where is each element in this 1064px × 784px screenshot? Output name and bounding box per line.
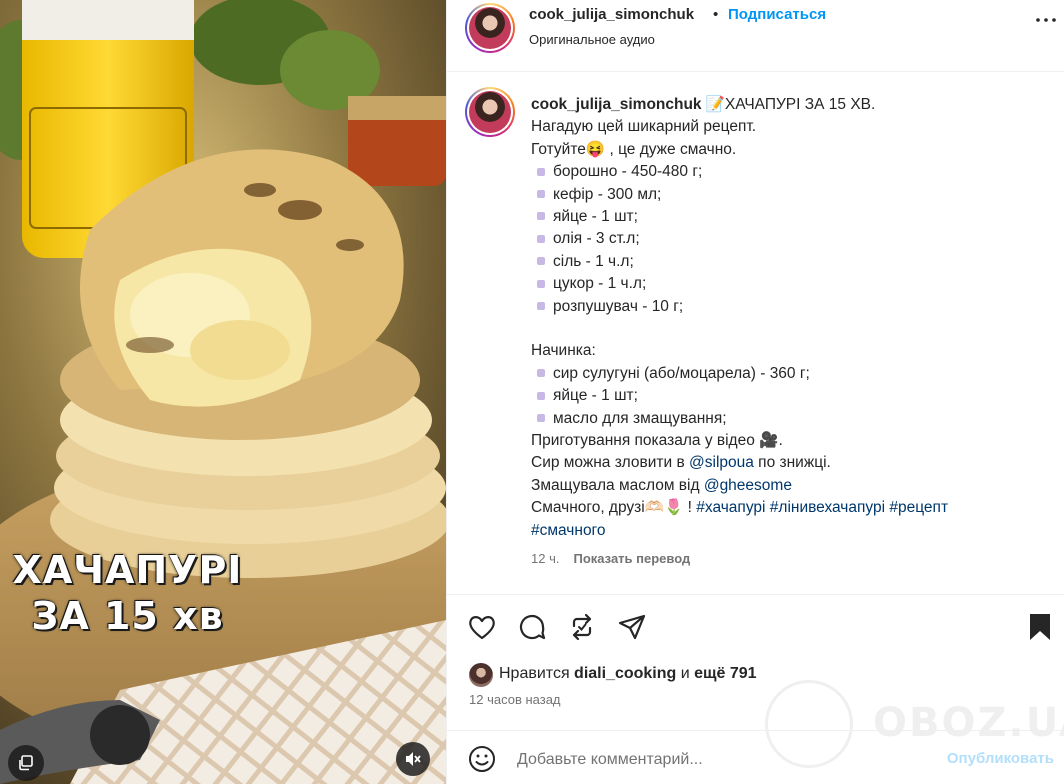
filling-item: сир сулугуні (або/моцарела) - 360 г;	[531, 363, 1051, 385]
mention-silpoua[interactable]: @silpoua	[689, 454, 754, 471]
repost-icon[interactable]	[567, 612, 597, 642]
post-caption: cook_julija_simonchuk 📝ХАЧАПУРІ ЗА 15 ХВ.…	[531, 94, 1051, 542]
filling-item: яйце - 1 шт;	[531, 385, 1051, 407]
original-audio-link[interactable]: Оригинальное аудио	[529, 32, 655, 47]
comment-icon[interactable]	[517, 612, 547, 642]
hashtag-link[interactable]: #лінивехачапурі	[770, 499, 885, 516]
dough-item: цукор - 1 ч.л;	[531, 273, 1051, 295]
post-media[interactable]: ХАЧАПУРІ ЗА 15 хв	[0, 0, 446, 784]
carousel-icon[interactable]	[8, 745, 44, 781]
dough-item: розпушувач - 10 г;	[531, 296, 1051, 318]
liker-username[interactable]: diali_cooking	[574, 665, 676, 682]
post-details-panel: cook_julija_simonchuk • Подписаться Ориг…	[446, 0, 1064, 784]
likes-summary[interactable]: Нравится diali_cooking и ещё 791	[499, 665, 757, 683]
divider	[447, 730, 1064, 731]
overlay-title-line1: ХАЧАПУРІ	[12, 548, 243, 592]
dough-item: борошно - 450-480 г;	[531, 161, 1051, 183]
khachapuri-photo	[0, 0, 446, 784]
dough-item: кефір - 300 мл;	[531, 184, 1051, 206]
bookmark-icon[interactable]	[1025, 612, 1055, 642]
caption-age: 12 ч.	[531, 551, 560, 566]
divider	[447, 594, 1064, 595]
more-options-icon[interactable]	[1034, 8, 1058, 32]
dough-item: сіль - 1 ч.л;	[531, 251, 1051, 273]
post-header: cook_julija_simonchuk • Подписаться Ориг…	[447, 0, 1064, 72]
caption-intro-2: Готуйте😝 , це дуже смачно.	[531, 140, 737, 158]
header-username[interactable]: cook_julija_simonchuk	[529, 6, 694, 23]
hashtag-link[interactable]: #хачапурі	[696, 499, 765, 516]
follow-button[interactable]: Подписаться	[728, 6, 826, 23]
hashtag-link[interactable]: #рецепт	[889, 499, 948, 516]
overlay-title-line2: ЗА 15 хв	[31, 594, 224, 638]
speaker-muted-icon	[406, 752, 421, 766]
header-separator: •	[713, 6, 719, 23]
show-translation-button[interactable]: Показать перевод	[573, 551, 690, 566]
filling-item: масло для змащування;	[531, 408, 1051, 430]
send-icon[interactable]	[617, 612, 647, 642]
liker-avatar[interactable]	[469, 663, 493, 687]
comment-input[interactable]	[517, 748, 897, 772]
hashtag-link[interactable]: #смачного	[531, 522, 606, 539]
heart-icon[interactable]	[467, 612, 497, 642]
caption-author-avatar[interactable]	[465, 87, 515, 137]
likes-count[interactable]: ещё 791	[694, 665, 756, 682]
mute-button[interactable]	[396, 742, 430, 776]
author-avatar[interactable]	[465, 3, 515, 53]
dough-item: олія - 3 ст.л;	[531, 228, 1051, 250]
caption-username[interactable]: cook_julija_simonchuk	[531, 96, 702, 113]
filling-title: Начинка:	[531, 342, 596, 360]
caption-title: 📝ХАЧАПУРІ ЗА 15 ХВ.	[705, 96, 876, 113]
caption-video-line: Приготування показала у відео 🎥.	[531, 432, 783, 450]
posted-time[interactable]: 12 часов назад	[469, 692, 561, 707]
dough-item: яйце - 1 шт;	[531, 206, 1051, 228]
publish-comment-button[interactable]: Опубликовать	[947, 750, 1054, 767]
emoji-icon[interactable]	[467, 744, 497, 774]
caption-meta: 12 ч. Показать перевод	[531, 551, 690, 566]
mention-gheesome[interactable]: @gheesome	[704, 477, 792, 494]
caption-intro-1: Нагадую цей шикарний рецепт.	[531, 118, 757, 136]
